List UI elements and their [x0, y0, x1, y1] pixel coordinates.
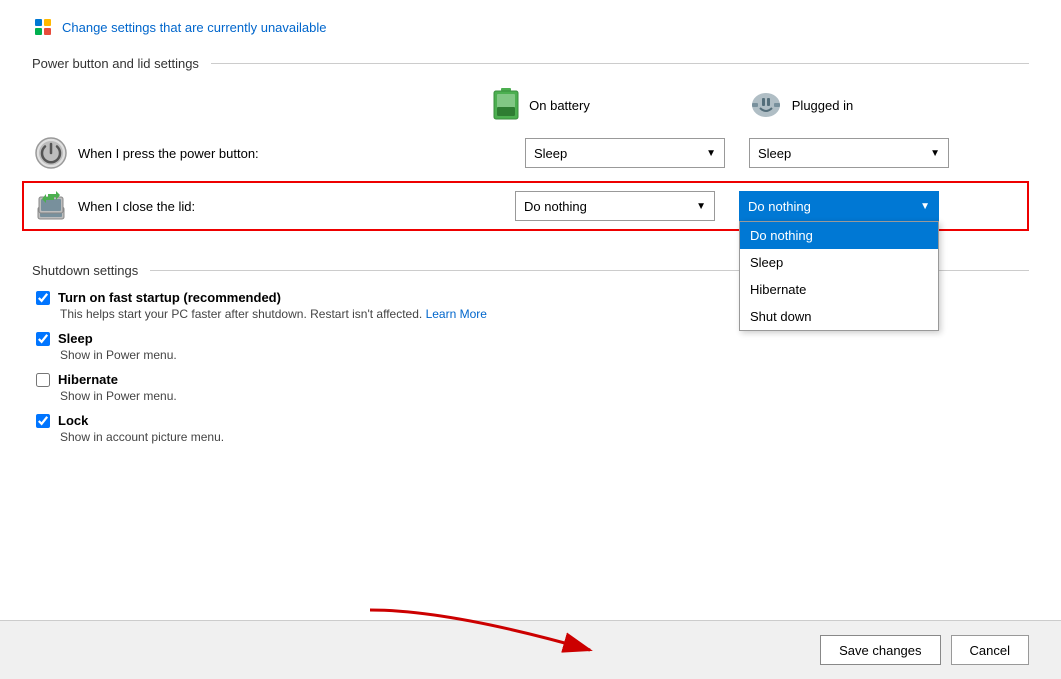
- power-button-label: When I press the power button:: [78, 146, 318, 161]
- chevron-down-icon: ▼: [930, 148, 940, 159]
- change-settings-text[interactable]: Change settings that are currently unava…: [62, 20, 327, 35]
- close-lid-pluggedin-menu: Do nothing Sleep Hibernate Shut down: [739, 221, 939, 331]
- close-lid-pluggedin-dropdown[interactable]: Do nothing ▼ Do nothing Sleep Hibernate: [739, 191, 939, 221]
- hibernate-sublabel: Show in Power menu.: [60, 389, 1029, 403]
- lid-icon: [32, 187, 70, 225]
- plugged-in-icon: [748, 90, 784, 120]
- power-button-battery-dropdown[interactable]: Sleep ▼: [525, 138, 725, 168]
- hibernate-row: Hibernate Show in Power menu.: [32, 372, 1029, 403]
- chevron-down-icon: ▼: [696, 201, 706, 212]
- power-button-icon: [32, 134, 70, 172]
- cancel-button[interactable]: Cancel: [951, 635, 1029, 665]
- close-lid-dropdowns: Do nothing ▼ Do nothing ▼ Do nothing: [515, 191, 939, 221]
- close-lid-battery-select[interactable]: Do nothing ▼: [515, 191, 715, 221]
- sleep-checkbox[interactable]: [36, 332, 50, 346]
- menu-item-shut-down[interactable]: Shut down: [740, 303, 938, 330]
- lock-checkbox[interactable]: [36, 414, 50, 428]
- chevron-down-icon: ▼: [706, 148, 716, 159]
- hibernate-checkbox[interactable]: [36, 373, 50, 387]
- lock-sublabel: Show in account picture menu.: [60, 430, 1029, 444]
- sleep-label: Sleep: [58, 331, 93, 346]
- power-button-pluggedin-dropdown[interactable]: Sleep ▼: [749, 138, 949, 168]
- fast-startup-label: Turn on fast startup (recommended): [58, 290, 281, 305]
- save-changes-button[interactable]: Save changes: [820, 635, 940, 665]
- fast-startup-checkbox[interactable]: [36, 291, 50, 305]
- lock-row: Lock Show in account picture menu.: [32, 413, 1029, 444]
- sleep-sublabel: Show in Power menu.: [60, 348, 1029, 362]
- sleep-row: Sleep Show in Power menu.: [32, 331, 1029, 362]
- learn-more-link[interactable]: Learn More: [426, 307, 487, 321]
- power-button-row: When I press the power button: Sleep ▼ S…: [32, 133, 1029, 173]
- battery-icon: [491, 87, 521, 123]
- hibernate-label: Hibernate: [58, 372, 118, 387]
- shield-icon: [32, 16, 54, 38]
- on-battery-header: On battery: [441, 87, 641, 123]
- power-button-lid-section-header: Power button and lid settings: [32, 56, 1029, 71]
- plugged-in-header: Plugged in: [701, 87, 901, 123]
- close-lid-battery-dropdown[interactable]: Do nothing ▼: [515, 191, 715, 221]
- close-lid-label: When I close the lid:: [78, 199, 318, 214]
- chevron-down-icon: ▼: [920, 201, 930, 212]
- menu-item-do-nothing[interactable]: Do nothing: [740, 222, 938, 249]
- menu-item-sleep[interactable]: Sleep: [740, 249, 938, 276]
- settings-rows: When I press the power button: Sleep ▼ S…: [32, 133, 1029, 239]
- lock-label: Lock: [58, 413, 88, 428]
- close-lid-row: When I close the lid: Do nothing ▼ Do no…: [22, 181, 1029, 231]
- column-headers: On battery Plugged in: [32, 87, 1029, 123]
- menu-item-hibernate[interactable]: Hibernate: [740, 276, 938, 303]
- close-lid-pluggedin-select[interactable]: Do nothing ▼: [739, 191, 939, 221]
- power-button-battery-select[interactable]: Sleep ▼: [525, 138, 725, 168]
- power-button-pluggedin-select[interactable]: Sleep ▼: [749, 138, 949, 168]
- footer: Save changes Cancel: [0, 620, 1061, 679]
- change-settings-link[interactable]: Change settings that are currently unava…: [32, 16, 1029, 38]
- power-button-dropdowns: Sleep ▼ Sleep ▼: [525, 138, 949, 168]
